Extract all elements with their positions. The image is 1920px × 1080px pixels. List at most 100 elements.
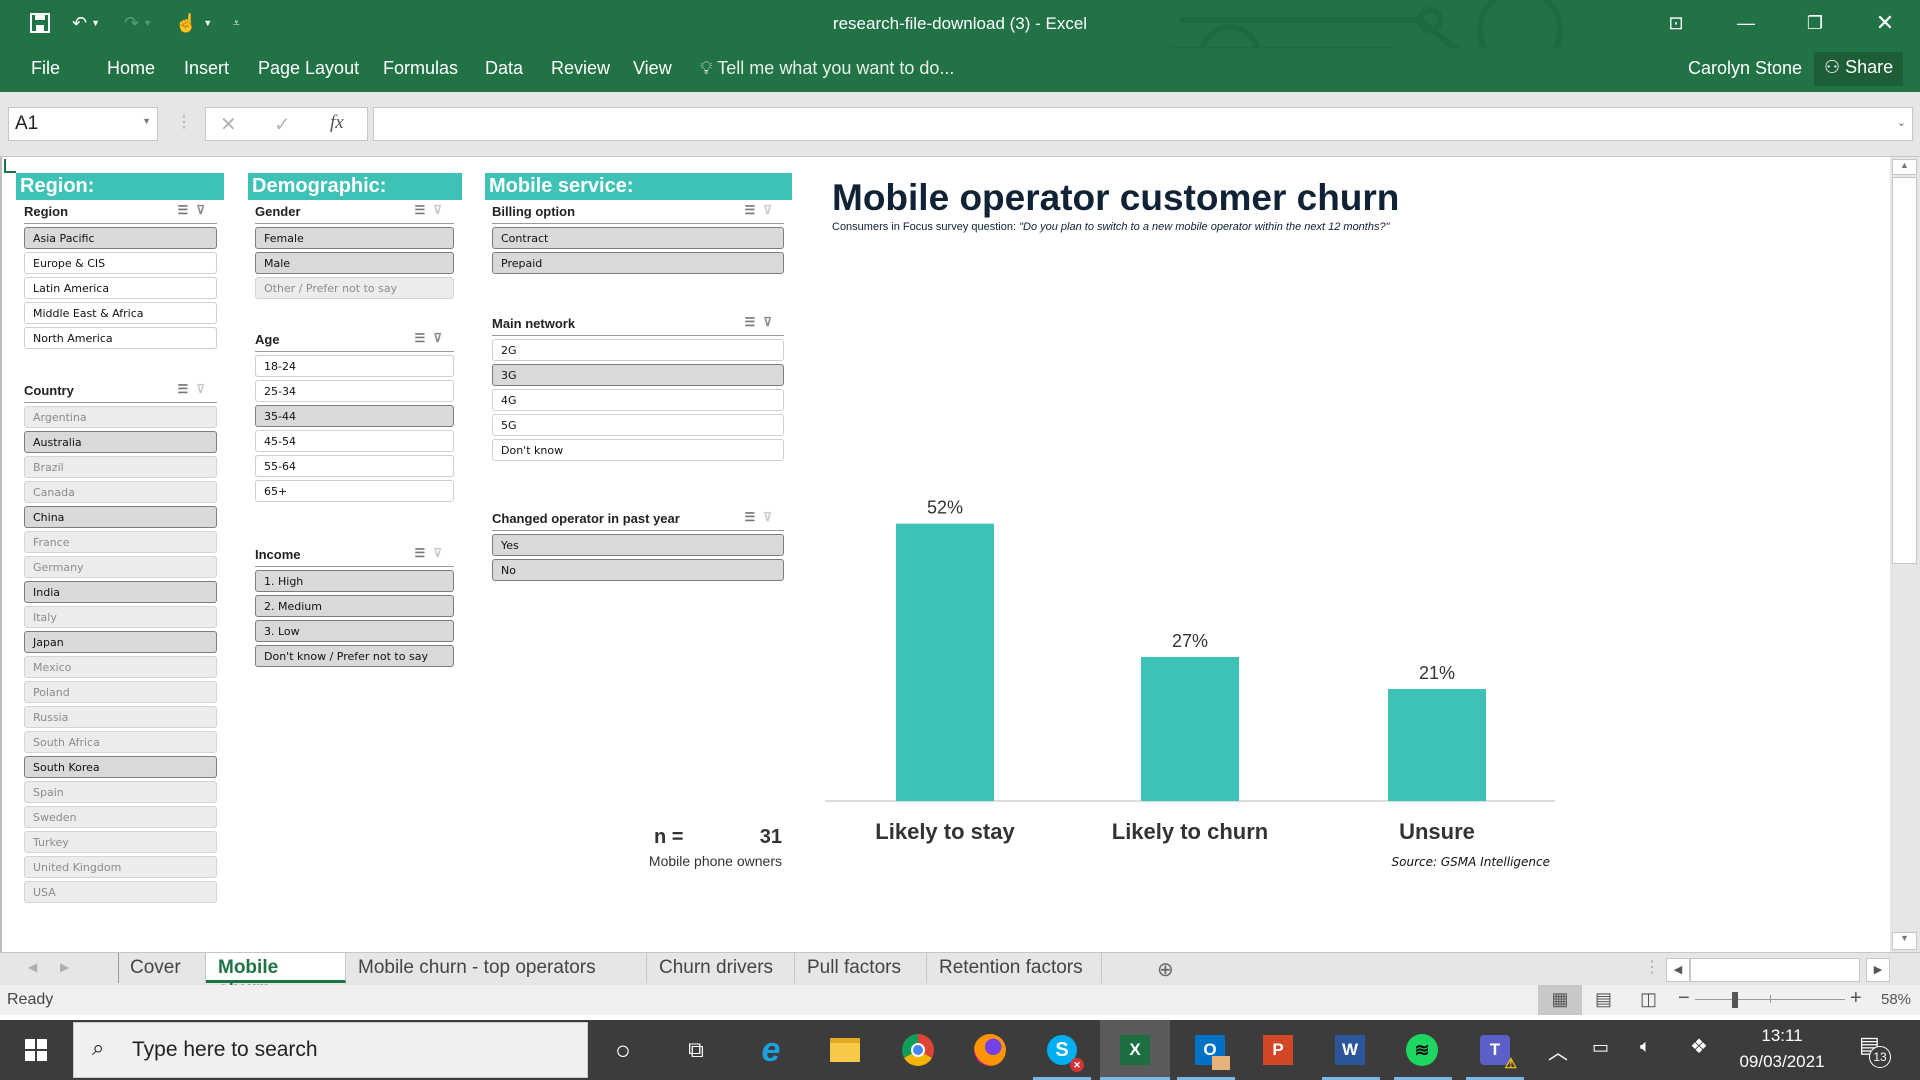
multi-select-icon[interactable]: ☰ (744, 315, 763, 329)
clear-filter-icon[interactable]: ⊽ (196, 203, 213, 217)
multi-select-icon[interactable]: ☰ (744, 510, 763, 524)
clock-time[interactable]: 13:11 (1742, 1026, 1822, 1046)
slicer-item[interactable]: Asia Pacific (24, 227, 217, 249)
slicer-item[interactable]: Yes (492, 534, 784, 556)
normal-view-button[interactable]: ▦ (1538, 985, 1582, 1015)
slicer-item[interactable]: 4G (492, 389, 784, 411)
formula-input[interactable]: ⌄ (373, 107, 1913, 141)
page-break-view-button[interactable]: ◫ (1640, 989, 1657, 1010)
slicer-item[interactable]: United Kingdom (24, 856, 217, 878)
sheet-tab[interactable]: Churn drivers (647, 953, 795, 983)
outlook-icon[interactable]: O (1190, 1030, 1230, 1070)
clear-filter-icon[interactable]: ⊽ (763, 315, 780, 329)
formula-bar-resize-handle[interactable]: ⋮ (176, 112, 192, 132)
slicer-item[interactable]: India (24, 581, 217, 603)
slicer-item[interactable]: France (24, 531, 217, 553)
slicer-item[interactable]: China (24, 506, 217, 528)
prev-sheet-icon[interactable]: ◀ (28, 960, 37, 974)
slicer-item[interactable]: Contract (492, 227, 784, 249)
chrome-icon[interactable] (898, 1030, 938, 1070)
slicer-item[interactable]: Poland (24, 681, 217, 703)
internet-explorer-icon[interactable]: e (751, 1030, 791, 1070)
clear-filter-icon[interactable]: ⊽ (433, 203, 450, 217)
sheet-tab[interactable]: Mobile churn (206, 953, 346, 1000)
action-center-button[interactable]: ▤ 13 (1855, 1032, 1895, 1072)
scroll-left-button[interactable]: ◀ (1666, 958, 1690, 982)
slicer-item[interactable]: Japan (24, 631, 217, 653)
powerpoint-icon[interactable]: P (1258, 1030, 1298, 1070)
close-button[interactable]: ✕ (1862, 6, 1908, 40)
scroll-right-button[interactable]: ▶ (1866, 958, 1890, 982)
user-name[interactable]: Carolyn Stone (1688, 58, 1802, 79)
slicer-item[interactable]: Female (255, 227, 454, 249)
scroll-up-button[interactable]: ▲ (1892, 159, 1917, 175)
slicer-item[interactable]: Latin America (24, 277, 217, 299)
multi-select-icon[interactable]: ☰ (414, 203, 433, 217)
slicer-item[interactable]: Russia (24, 706, 217, 728)
zoom-slider-thumb[interactable] (1732, 992, 1738, 1008)
slicer-item[interactable]: 65+ (255, 480, 454, 502)
slicer-item[interactable]: Prepaid (492, 252, 784, 274)
tab-insert[interactable]: Insert (184, 58, 229, 79)
spotify-icon[interactable]: ≋ (1402, 1030, 1442, 1070)
slicer-item[interactable]: 45-54 (255, 430, 454, 452)
multi-select-icon[interactable]: ☰ (414, 331, 433, 345)
slicer-item[interactable]: Spain (24, 781, 217, 803)
slicer-item[interactable]: Italy (24, 606, 217, 628)
volume-icon[interactable]: 🔈︎ (1640, 1036, 1651, 1057)
show-hidden-icons-chevron[interactable]: ︿ (1548, 1036, 1568, 1065)
slicer-item[interactable]: 25-34 (255, 380, 454, 402)
slicer-item[interactable]: USA (24, 881, 217, 903)
scroll-down-button[interactable]: ▼ (1892, 932, 1917, 950)
slicer-item[interactable]: 35-44 (255, 405, 454, 427)
clock-date[interactable]: 09/03/2021 (1732, 1052, 1832, 1072)
slicer-item[interactable]: Germany (24, 556, 217, 578)
multi-select-icon[interactable]: ☰ (744, 203, 763, 217)
bar-likely-to-stay[interactable] (896, 523, 994, 801)
expand-formula-bar-icon[interactable]: ⌄ (1897, 116, 1906, 129)
zoom-in-button[interactable]: + (1850, 987, 1862, 1010)
slicer-item[interactable]: North America (24, 327, 217, 349)
vertical-scroll-thumb[interactable] (1892, 177, 1917, 564)
slicer-item[interactable]: Argentina (24, 406, 217, 428)
slicer-item[interactable]: 5G (492, 414, 784, 436)
next-sheet-icon[interactable]: ▶ (60, 960, 69, 974)
slicer-item[interactable]: 3G (492, 364, 784, 386)
taskbar-search-box[interactable]: ⌕ Type here to search (73, 1022, 588, 1078)
excel-icon[interactable]: X (1115, 1030, 1155, 1070)
ribbon-display-options-icon[interactable]: ⊡ (1653, 6, 1699, 40)
multi-select-icon[interactable]: ☰ (177, 203, 196, 217)
word-icon[interactable]: W (1330, 1030, 1370, 1070)
active-cell-a1[interactable] (4, 159, 16, 173)
slicer-item[interactable]: 2G (492, 339, 784, 361)
slicer-item[interactable]: South Africa (24, 731, 217, 753)
slicer-item[interactable]: Brazil (24, 456, 217, 478)
clear-filter-icon[interactable]: ⊽ (433, 331, 450, 345)
slicer-item[interactable]: Male (255, 252, 454, 274)
file-explorer-icon[interactable] (825, 1030, 865, 1070)
battery-icon[interactable]: ▭ (1592, 1037, 1609, 1058)
zoom-level[interactable]: 58% (1881, 991, 1911, 1008)
slicer-item[interactable]: Middle East & Africa (24, 302, 217, 324)
tab-home[interactable]: Home (107, 58, 155, 79)
new-sheet-icon[interactable]: ⊕ (1157, 957, 1174, 982)
page-layout-view-button[interactable]: ▤ (1595, 989, 1612, 1010)
clear-filter-icon[interactable]: ⊽ (763, 510, 780, 524)
minimize-button[interactable]: — (1723, 6, 1769, 40)
dropbox-icon[interactable]: ❖ (1690, 1034, 1708, 1059)
slicer-item[interactable]: Europe & CIS (24, 252, 217, 274)
tab-formulas[interactable]: Formulas (383, 58, 458, 79)
tab-view[interactable]: View (633, 58, 672, 79)
enter-check-icon[interactable]: ✓ (274, 112, 291, 137)
start-button[interactable] (0, 1020, 72, 1080)
slicer-item[interactable]: 18-24 (255, 355, 454, 377)
slicer-item[interactable]: South Korea (24, 756, 217, 778)
tab-review[interactable]: Review (551, 58, 610, 79)
name-box-dropdown-icon[interactable]: ▼ (142, 116, 151, 126)
tell-me-search[interactable]: 💡︎ Tell me what you want to do... (700, 58, 954, 79)
slicer-item[interactable]: Don't know / Prefer not to say (255, 645, 454, 667)
tab-data[interactable]: Data (485, 58, 523, 79)
slicer-item[interactable]: 55-64 (255, 455, 454, 477)
slicer-item[interactable]: Other / Prefer not to say (255, 277, 454, 299)
teams-icon[interactable]: T ⚠ (1475, 1030, 1517, 1071)
